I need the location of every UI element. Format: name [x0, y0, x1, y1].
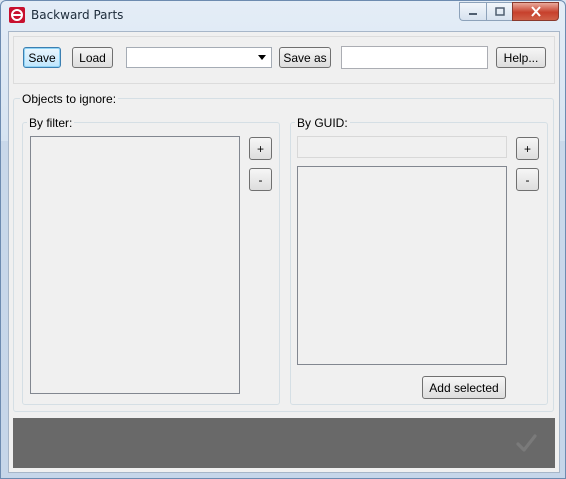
- window-controls: [459, 2, 559, 21]
- add-guid-button[interactable]: +: [516, 137, 539, 160]
- title-bar[interactable]: Backward Parts: [1, 1, 565, 31]
- save-as-name-input[interactable]: [341, 46, 488, 69]
- footer-panel: [13, 418, 555, 468]
- add-filter-button[interactable]: +: [249, 137, 272, 160]
- close-icon: [530, 6, 541, 17]
- app-window: Backward Parts Save Load Save as Help...: [0, 0, 566, 479]
- app-logo-icon: [9, 7, 25, 23]
- by-filter-title: By filter:: [27, 116, 75, 130]
- remove-filter-button[interactable]: -: [249, 168, 272, 191]
- guid-list[interactable]: [297, 166, 507, 365]
- window-title: Backward Parts: [31, 8, 124, 22]
- client-area: Save Load Save as Help... Objects to ign…: [8, 31, 560, 473]
- add-selected-button[interactable]: Add selected: [422, 376, 506, 399]
- by-guid-title: By GUID:: [295, 116, 350, 130]
- save-button[interactable]: Save: [23, 47, 61, 68]
- chevron-down-icon: [258, 55, 266, 60]
- checkmark-icon[interactable]: [515, 432, 537, 454]
- save-as-button[interactable]: Save as: [279, 47, 331, 68]
- objects-to-ignore-title: Objects to ignore:: [20, 92, 119, 106]
- load-button[interactable]: Load: [72, 47, 113, 68]
- remove-guid-button[interactable]: -: [516, 168, 539, 191]
- preset-select[interactable]: [126, 47, 272, 68]
- minimize-button[interactable]: [459, 2, 486, 21]
- minimize-icon: [469, 12, 477, 15]
- maximize-icon: [494, 7, 505, 16]
- by-guid-group: By GUID: + - Add selected: [290, 116, 548, 405]
- toolbar: Save Load Save as Help...: [13, 36, 555, 84]
- objects-to-ignore-group: Objects to ignore: By filter: + - By GUI…: [13, 92, 554, 412]
- maximize-button[interactable]: [486, 2, 512, 21]
- filter-list[interactable]: [30, 136, 240, 394]
- by-filter-group: By filter: + -: [22, 116, 280, 405]
- close-button[interactable]: [512, 2, 559, 21]
- help-button[interactable]: Help...: [496, 47, 546, 68]
- guid-input: [297, 136, 507, 158]
